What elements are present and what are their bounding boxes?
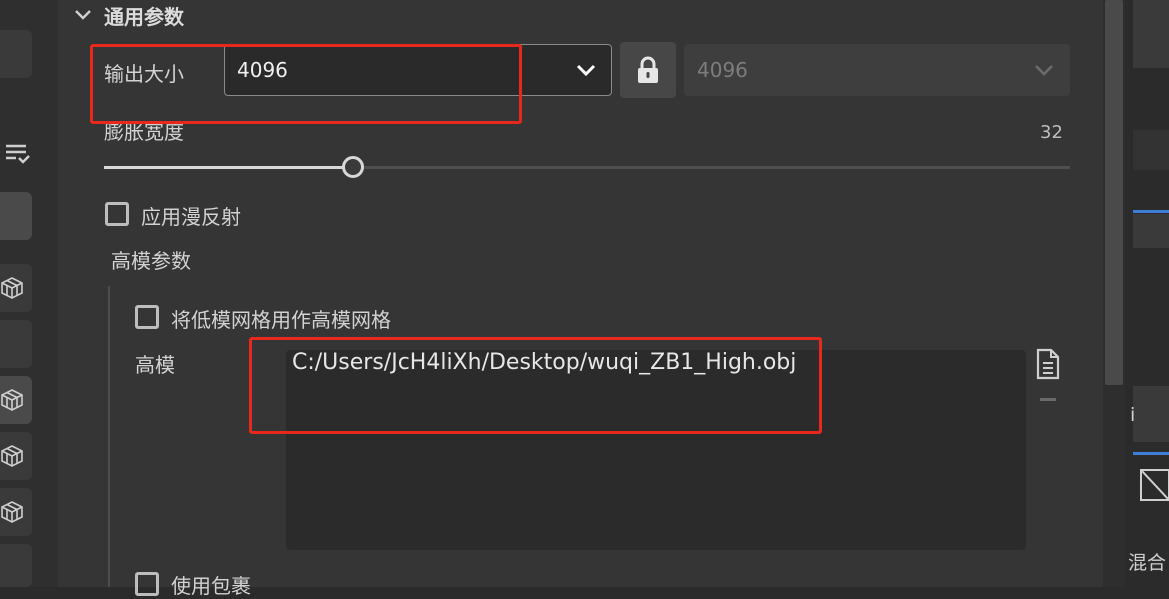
file-icon[interactable]: [1034, 348, 1062, 380]
panel-scrollbar-thumb[interactable]: [1105, 0, 1123, 385]
right-panel-accent-2: [1133, 452, 1169, 455]
lock-aspect-button[interactable]: [620, 42, 676, 98]
minus-icon[interactable]: [1040, 398, 1056, 401]
right-panel-blend-text: 混合: [1128, 552, 1167, 574]
tool-button-bake-1[interactable]: [0, 264, 32, 312]
diffuse-label: 应用漫反射: [141, 205, 241, 229]
use-cage-checkbox[interactable]: [135, 572, 159, 596]
output-height-select: 4096: [684, 44, 1070, 96]
high-poly-mesh-label: 高模: [135, 353, 175, 377]
right-panel-block-1: [1133, 0, 1169, 68]
section-indent-line: [108, 286, 110, 587]
dilation-slider-track[interactable]: [104, 166, 1070, 169]
right-panel-partial-text: i: [1130, 404, 1136, 426]
highlight-box-mesh-path: [249, 337, 822, 434]
tool-button-bake-6[interactable]: [0, 544, 32, 587]
list-filter-icon[interactable]: [4, 140, 32, 168]
cube-icon: [1, 445, 23, 467]
chevron-down-icon: [1035, 65, 1053, 76]
right-panel-block-3: [1133, 214, 1169, 248]
output-height-value: 4096: [697, 58, 748, 82]
right-panel-accent-1: [1133, 210, 1169, 213]
section-header[interactable]: 通用参数: [72, 0, 184, 30]
use-cage-label: 使用包裹: [171, 574, 251, 598]
use-low-as-high-label: 将低模网格用作高模网格: [171, 308, 391, 332]
tool-button-bake-2[interactable]: [0, 320, 32, 368]
dilation-slider-fill: [104, 166, 354, 169]
tool-button-selected[interactable]: [0, 192, 32, 240]
highlight-box-output-size: [90, 44, 522, 124]
tool-button-bake-4[interactable]: [0, 432, 32, 480]
dilation-value: 32: [1040, 122, 1063, 143]
left-toolbar: [0, 0, 58, 587]
right-panel-block-4: [1133, 386, 1169, 442]
tool-button-bake-3[interactable]: [0, 376, 32, 424]
tool-button-top[interactable]: [0, 30, 32, 78]
section-title: 通用参数: [104, 4, 184, 29]
right-panel-node-icon[interactable]: [1139, 468, 1169, 506]
diffuse-checkbox[interactable]: [105, 202, 129, 226]
chevron-down-icon: [75, 10, 91, 20]
cube-icon: [1, 501, 23, 523]
cube-icon: [1, 277, 23, 299]
cube-icon: [1, 389, 23, 411]
use-low-as-high-checkbox[interactable]: [135, 305, 159, 329]
high-poly-section-label: 高模参数: [111, 249, 191, 273]
tool-button-bake-5[interactable]: [0, 488, 32, 536]
chevron-down-icon: [576, 64, 596, 77]
right-panel-block-2: [1133, 130, 1169, 170]
lock-icon: [638, 56, 658, 83]
